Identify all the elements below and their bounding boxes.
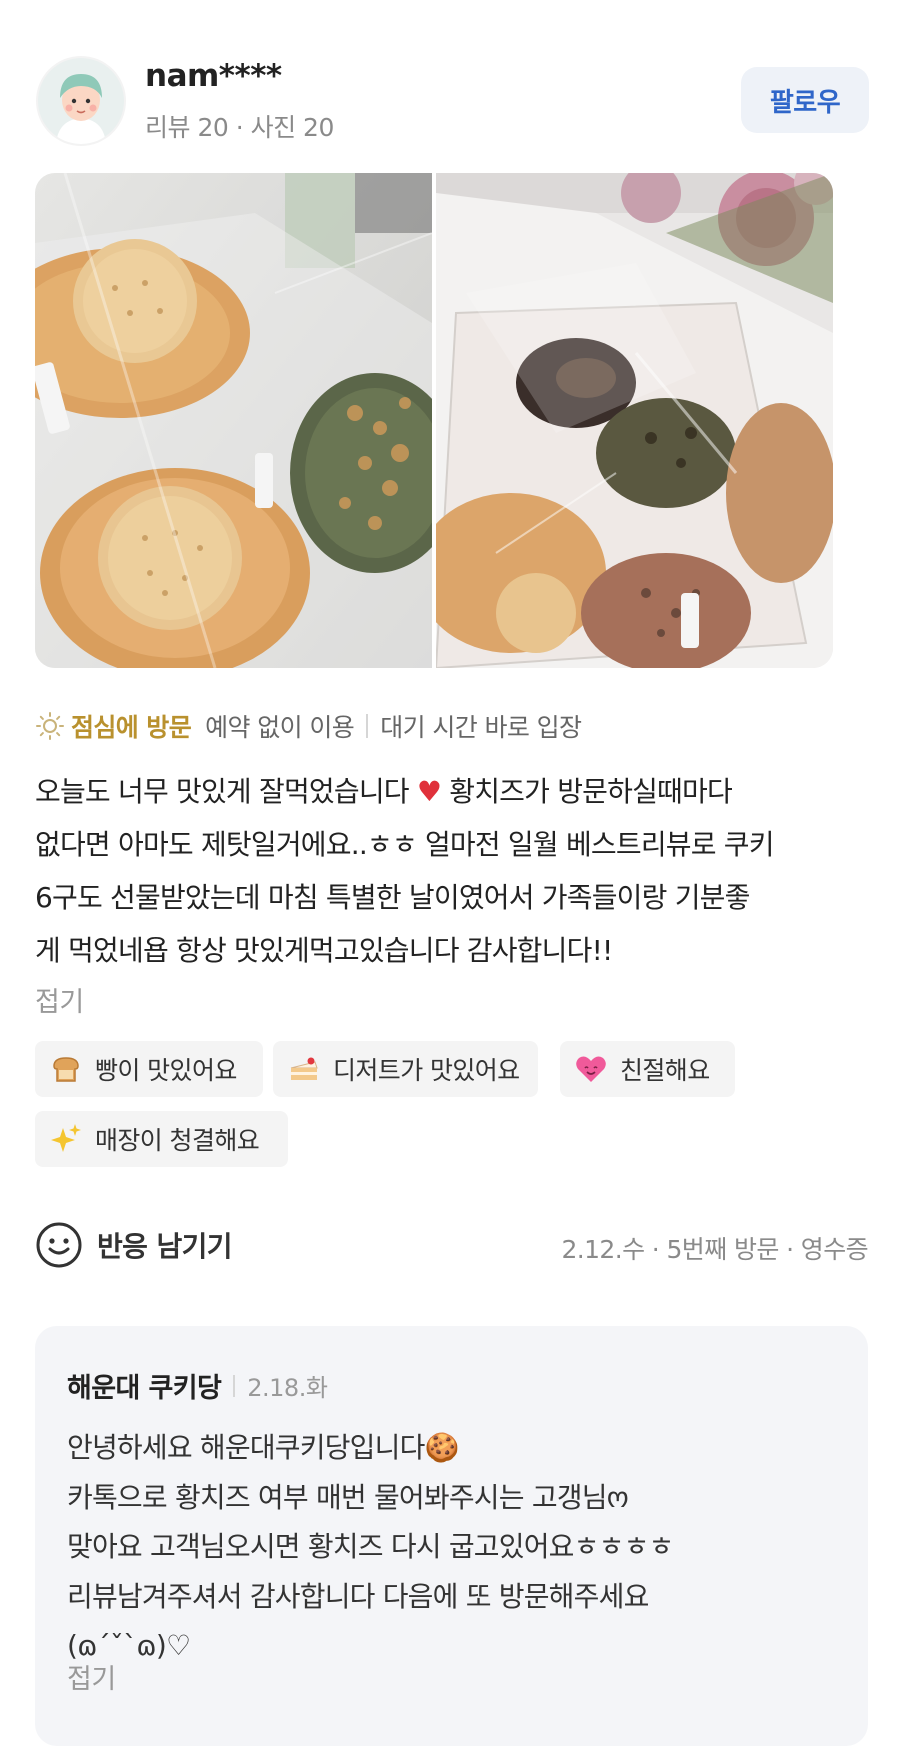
reaction-label: 반응 남기기 — [97, 1230, 233, 1263]
avatar[interactable] — [38, 58, 124, 144]
tag-label: 친절해요 — [620, 1056, 710, 1085]
divider — [366, 714, 369, 738]
tag-label: 디저트가 맛있어요 — [333, 1056, 520, 1085]
owner-name: 해운대 쿠키당 — [67, 1373, 222, 1404]
bread-icon — [53, 1057, 79, 1082]
username[interactable]: nam**** — [145, 58, 282, 94]
sparkles-icon — [51, 1124, 81, 1152]
heart-face-icon — [576, 1056, 606, 1082]
user-stats: 리뷰 20 · 사진 20 — [145, 113, 334, 142]
review-photos — [35, 173, 833, 668]
reply-date: 2.18.화 — [247, 1374, 328, 1402]
tag-clean[interactable]: 매장이 청결해요 — [35, 1111, 288, 1167]
divider — [233, 1374, 236, 1397]
visit-time: 점심에 방문 — [71, 713, 192, 742]
follow-button[interactable]: 팔로우 — [741, 67, 869, 133]
review-text: 오늘도 너무 맛있게 잘먹었습니다 ♥ 황치즈가 방문하실때마다 없다면 아마도… — [35, 765, 875, 977]
reply-header: 해운대 쿠키당 2.18.화 — [67, 1366, 328, 1405]
visit-info: 점심에 방문 예약 없이 이용 대기 시간 바로 입장 — [35, 708, 582, 744]
review-photo-1[interactable] — [35, 173, 432, 668]
review-fold-button[interactable]: 접기 — [35, 980, 84, 1019]
owner-reply: 해운대 쿠키당 2.18.화 안녕하세요 해운대쿠키당입니다🍪 카톡으로 황치즈… — [35, 1326, 868, 1746]
reply-fold-button[interactable]: 접기 — [67, 1657, 116, 1696]
tag-bread[interactable]: 빵이 맛있어요 — [35, 1041, 263, 1097]
review-header: nam**** 리뷰 20 · 사진 20 팔로우 — [0, 0, 900, 168]
leave-reaction-button[interactable]: 반응 남기기 — [35, 1221, 233, 1269]
tag-dessert[interactable]: 디저트가 맛있어요 — [273, 1041, 538, 1097]
heart-icon: ♥ — [416, 775, 442, 808]
review-text-part-1: 오늘도 너무 맛있게 잘먹었습니다 — [35, 775, 417, 808]
reply-text: 안녕하세요 해운대쿠키당입니다🍪 카톡으로 황치즈 여부 매번 물어봐주시는 고… — [67, 1431, 674, 1662]
visit-reservation: 예약 없이 이용 — [205, 713, 355, 742]
sun-icon — [36, 712, 64, 740]
visit-wait: 대기 시간 바로 입장 — [380, 713, 582, 742]
cake-icon — [290, 1057, 318, 1080]
tag-label: 매장이 청결해요 — [95, 1126, 260, 1155]
review-photo-2[interactable] — [436, 173, 833, 668]
tag-kind[interactable]: 친절해요 — [560, 1041, 735, 1097]
review-meta: 2.12.수 · 5번째 방문 · 영수증 — [561, 1235, 868, 1264]
tag-label: 빵이 맛있어요 — [95, 1056, 237, 1085]
smile-icon — [36, 1222, 82, 1268]
